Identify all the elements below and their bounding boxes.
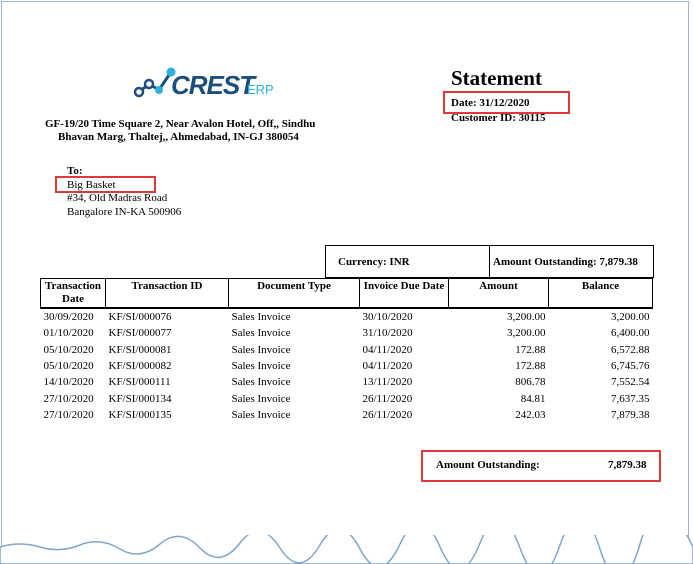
date-highlight — [443, 91, 570, 114]
recipient-highlight — [55, 176, 156, 193]
table-cell: 6,400.00 — [611, 327, 650, 340]
table-row: 01/10/2020 KF/SI/000077 Sales Invoice 31/10… — [41, 325, 653, 341]
table-cell: 31/10/2020 — [362, 327, 413, 340]
table-cell: 7,552.54 — [611, 376, 650, 389]
table-row: 05/10/2020 KF/SI/000081 Sales Invoice 04/11… — [41, 342, 653, 358]
table-cell: 05/10/2020 — [43, 343, 94, 356]
table-cell: Sales Invoice — [231, 327, 291, 340]
footer-outstanding-value: 7,879.38 — [608, 459, 647, 471]
statement-title: Statement — [451, 66, 542, 90]
summary-amount-outstanding: Amount Outstanding: 7,879.38 — [493, 256, 638, 268]
table-cell: 3,200.00 — [507, 311, 546, 324]
company-address: GF-19/20 Time Square 2, Near Avalon Hote… — [45, 118, 315, 144]
table-cell: 27/10/2020 — [43, 392, 94, 405]
table-row: 27/10/2020 KF/SI/000134 Sales Invoice 26/11… — [41, 390, 653, 406]
table-cell: KF/SI/000135 — [108, 408, 172, 421]
table-row: 30/09/2020 KF/SI/000076 Sales Invoice 30/10… — [41, 308, 653, 325]
logo-text: CREST — [171, 70, 255, 100]
table-cell: KF/SI/000134 — [108, 392, 172, 405]
table-cell: 242.03 — [515, 408, 546, 421]
currency: Currency: INR — [338, 256, 410, 268]
table-cell: 3,200.00 — [507, 327, 546, 340]
table-cell: 806.78 — [515, 376, 546, 389]
statement-page: CREST ERP GF-19/20 Time Square 2, Near A… — [0, 0, 693, 564]
table-cell: 30/10/2020 — [362, 311, 413, 324]
table-cell: 26/11/2020 — [362, 408, 413, 421]
recipient-address: #34, Old Madras Road — [67, 192, 168, 204]
table-cell: 3,200.00 — [611, 311, 650, 324]
table-cell: Sales Invoice — [231, 376, 291, 389]
table-cell: KF/SI/000082 — [108, 360, 172, 373]
table-cell: 13/11/2020 — [362, 376, 413, 389]
recipient-address: Bangalore IN-KA 500906 — [67, 205, 182, 218]
table-cell: Sales Invoice — [231, 392, 291, 405]
table-cell: KF/SI/000111 — [108, 376, 171, 389]
table-cell: 04/11/2020 — [362, 360, 413, 373]
transactions-table: Transaction Date Transaction ID Document… — [40, 278, 653, 423]
table-row: 05/10/2020 KF/SI/000082 Sales Invoice 04/11… — [41, 358, 653, 374]
table-cell: 26/11/2020 — [362, 392, 413, 405]
table-cell: Sales Invoice — [231, 311, 291, 324]
footer-outstanding-label: Amount Outstanding: — [436, 459, 540, 471]
col-header: Balance — [548, 278, 653, 309]
col-header: Document Type — [228, 278, 360, 309]
table-cell: KF/SI/000077 — [108, 327, 172, 340]
table-cell: Sales Invoice — [231, 360, 291, 373]
table-cell: 6,745.76 — [611, 360, 650, 373]
table-cell: 84.81 — [520, 392, 546, 405]
table-cell: 172.88 — [515, 343, 546, 356]
table-cell: 01/10/2020 — [43, 327, 94, 340]
table-cell: Sales Invoice — [231, 408, 291, 421]
table-cell: 27/10/2020 — [43, 408, 94, 421]
col-header: Transaction Date — [40, 278, 106, 309]
torn-edge — [0, 535, 693, 564]
table-cell: 04/11/2020 — [362, 343, 413, 356]
summary-box: Currency: INR Amount Outstanding: 7,879.… — [325, 245, 654, 278]
col-header: Amount — [448, 278, 549, 309]
table-row: 27/10/2020 KF/SI/000135 Sales Invoice 26/11… — [41, 407, 653, 423]
table-cell: 30/09/2020 — [43, 311, 94, 324]
table-cell: Sales Invoice — [231, 343, 291, 356]
table-cell: 7,637.35 — [611, 392, 650, 405]
table-cell: KF/SI/000081 — [108, 343, 172, 356]
table-cell: 172.88 — [515, 360, 546, 373]
logo-sub: ERP — [247, 82, 274, 97]
address-line: Bhavan Marg, Thaltej,, Ahmedabad, IN-GJ … — [58, 131, 299, 143]
table-cell: 05/10/2020 — [43, 360, 94, 373]
address-line: GF-19/20 Time Square 2, Near Avalon Hote… — [45, 118, 316, 130]
col-header: Invoice Due Date — [359, 278, 449, 309]
table-row: 14/10/2020 KF/SI/000111 Sales Invoice 13/11… — [41, 374, 653, 390]
table-cell: 6,572.88 — [611, 343, 650, 356]
table-cell: KF/SI/000076 — [108, 311, 172, 324]
col-header: Transaction ID — [105, 278, 229, 309]
table-cell: 14/10/2020 — [43, 376, 94, 389]
table-cell: 7,879.38 — [611, 408, 650, 421]
